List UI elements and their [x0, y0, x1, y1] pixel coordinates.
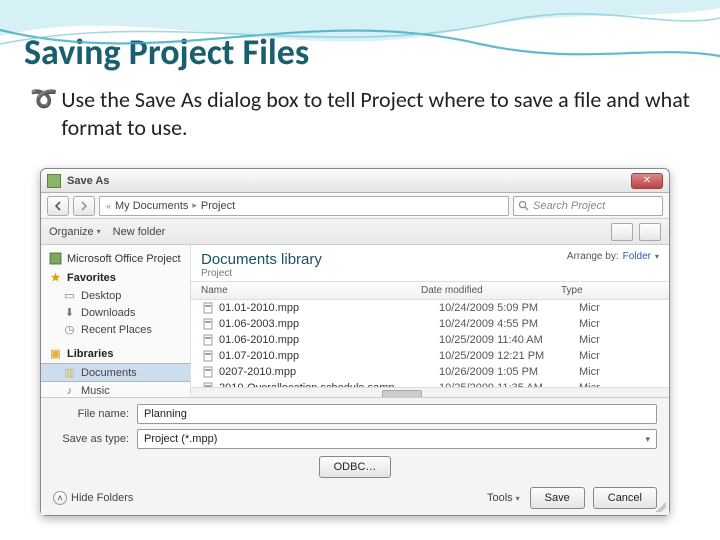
new-folder-button[interactable]: New folder: [113, 226, 166, 238]
project-file-icon: [201, 334, 215, 347]
col-name: Name: [201, 285, 421, 296]
arrange-by[interactable]: Arrange by: Folder ▾: [567, 251, 659, 262]
breadcrumb-seg[interactable]: Project: [201, 200, 235, 212]
sidebar-item-app[interactable]: Microsoft Office Project: [41, 249, 190, 268]
help-button[interactable]: [639, 223, 661, 241]
file-row[interactable]: 01.07-2010.mpp10/25/2009 12:21 PMMicr: [191, 348, 669, 364]
download-icon: ⬇: [63, 306, 76, 319]
titlebar: Save As ✕: [41, 169, 669, 193]
search-input[interactable]: Search Project: [513, 196, 663, 216]
file-list: Documents library Project Arrange by: Fo…: [191, 245, 669, 397]
library-title: Documents library: [201, 251, 322, 268]
bullet-icon: ➰: [30, 86, 57, 112]
star-icon: ★: [49, 271, 62, 284]
col-date: Date modified: [421, 285, 561, 296]
sidebar-item-recent[interactable]: ◷Recent Places: [41, 321, 190, 338]
chevron-icon: ▸: [192, 200, 197, 211]
slide-bullet: ➰ Use the Save As dialog box to tell Pro…: [0, 74, 720, 141]
chevron-down-icon: ▾: [516, 494, 520, 503]
chevron-down-icon: ▾: [655, 252, 659, 261]
save-button[interactable]: Save: [530, 487, 585, 509]
sidebar-group-libraries[interactable]: ▣ Libraries: [41, 344, 190, 363]
hide-folders-button[interactable]: ˄ Hide Folders: [53, 491, 133, 505]
project-icon: [49, 252, 62, 265]
bullet-text: Use the Save As dialog box to tell Proje…: [61, 86, 690, 141]
column-headers[interactable]: Name Date modified Type: [191, 281, 669, 300]
library-subtitle: Project: [201, 268, 322, 279]
project-file-icon: [201, 318, 215, 331]
recent-icon: ◷: [63, 323, 76, 336]
nav-bar: « My Documents ▸ Project Search Project: [41, 193, 669, 219]
file-row[interactable]: 01.01-2010.mpp10/24/2009 5:09 PMMicr: [191, 300, 669, 316]
saveastype-select[interactable]: Project (*.mpp) ▾: [137, 429, 657, 449]
forward-button[interactable]: [73, 196, 95, 216]
horizontal-scrollbar[interactable]: [191, 387, 669, 397]
sidebar-group-favorites[interactable]: ★ Favorites: [41, 268, 190, 287]
sidebar-item-desktop[interactable]: ▭Desktop: [41, 287, 190, 304]
sidebar-item-downloads[interactable]: ⬇Downloads: [41, 304, 190, 321]
odbc-button[interactable]: ODBC…: [319, 456, 392, 478]
chevron-down-icon: ▾: [97, 227, 101, 236]
chevron-down-icon: ▾: [645, 434, 650, 445]
music-icon: ♪: [63, 384, 76, 397]
save-as-dialog: Save As ✕ « My Documents ▸ Project Searc…: [40, 168, 670, 516]
chevron-left-icon: «: [106, 201, 111, 211]
sidebar-item-music[interactable]: ♪Music: [41, 382, 190, 397]
tools-button[interactable]: Tools▾: [487, 492, 520, 504]
breadcrumb-seg[interactable]: My Documents: [115, 200, 188, 212]
project-file-icon: [201, 366, 215, 379]
sidebar: Microsoft Office Project ★ Favorites ▭De…: [41, 245, 191, 397]
resize-grip[interactable]: [656, 502, 666, 512]
file-row[interactable]: 2010-Overallocation schedule samp…10/25/…: [191, 380, 669, 387]
col-type: Type: [561, 285, 659, 296]
view-mode-button[interactable]: [611, 223, 633, 241]
organize-button[interactable]: Organize▾: [49, 226, 101, 238]
sidebar-item-documents[interactable]: ▥Documents: [41, 363, 190, 382]
app-icon: [47, 174, 61, 188]
chevron-up-icon: ˄: [53, 491, 67, 505]
desktop-icon: ▭: [63, 289, 76, 302]
project-file-icon: [201, 302, 215, 315]
search-placeholder: Search Project: [533, 200, 605, 212]
project-file-icon: [201, 350, 215, 363]
close-button[interactable]: ✕: [631, 173, 663, 189]
file-row[interactable]: 01.06-2010.mpp10/25/2009 11:40 AMMicr: [191, 332, 669, 348]
filename-label: File name:: [53, 408, 129, 420]
breadcrumb[interactable]: « My Documents ▸ Project: [99, 196, 509, 216]
file-row[interactable]: 0207-2010.mpp10/26/2009 1:05 PMMicr: [191, 364, 669, 380]
saveastype-label: Save as type:: [53, 433, 129, 445]
slide-title: Saving Project Files: [0, 0, 720, 74]
file-row[interactable]: 01.06-2003.mpp10/24/2009 4:55 PMMicr: [191, 316, 669, 332]
search-icon: [518, 200, 529, 211]
folder-icon: ▥: [63, 366, 76, 379]
cancel-button[interactable]: Cancel: [593, 487, 657, 509]
dialog-title: Save As: [67, 175, 631, 187]
back-button[interactable]: [47, 196, 69, 216]
toolbar: Organize▾ New folder: [41, 219, 669, 245]
library-icon: ▣: [49, 347, 62, 360]
filename-input[interactable]: Planning: [137, 404, 657, 424]
